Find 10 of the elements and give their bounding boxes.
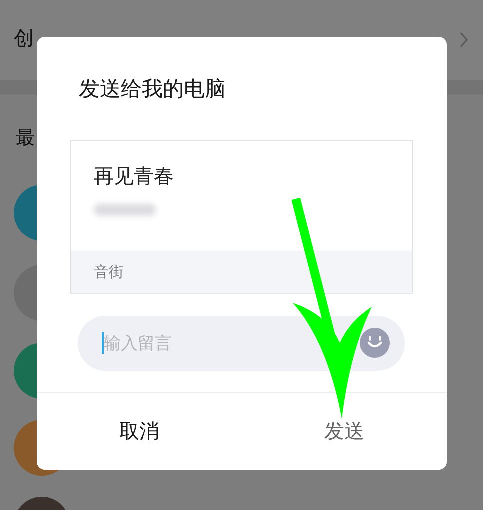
section-heading: 最 [16,127,35,149]
chevron-icon [459,32,469,48]
header-text: 创 [14,24,34,52]
send-button[interactable]: 发送 [242,393,447,470]
emoji-icon[interactable] [360,328,390,358]
cancel-button[interactable]: 取消 [37,393,242,470]
source-label: 音街 [94,262,124,282]
dialog-title: 发送给我的电脑 [78,76,227,101]
blurred-text [94,204,156,216]
card-title: 再见青春 [94,163,175,190]
